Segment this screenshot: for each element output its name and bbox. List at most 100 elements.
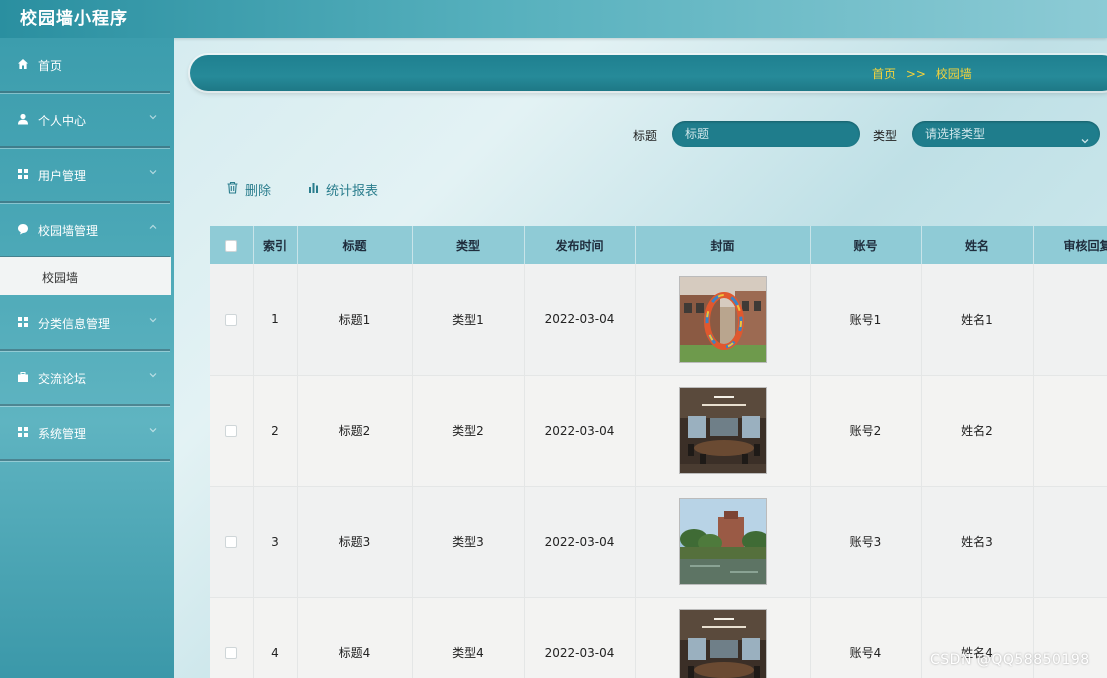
breadcrumb-home[interactable]: 首页 bbox=[872, 67, 896, 81]
breadcrumb-separator: >> bbox=[905, 67, 926, 81]
cell-name: 姓名2 bbox=[921, 375, 1034, 487]
row-select-cell bbox=[210, 486, 254, 598]
cell-type: 类型1 bbox=[412, 264, 525, 376]
row-checkbox[interactable] bbox=[225, 536, 238, 548]
sidebar-item-label: 交流论坛 bbox=[38, 372, 87, 386]
cell-review bbox=[1033, 264, 1107, 376]
sidebar-item-forum[interactable]: 交流论坛 bbox=[0, 351, 170, 406]
sidebar-item-label: 个人中心 bbox=[38, 114, 87, 128]
cell-account: 账号2 bbox=[810, 375, 922, 487]
type-select-placeholder: 请选择类型 bbox=[925, 127, 986, 141]
breadcrumb-current: 校园墙 bbox=[935, 67, 972, 81]
table-row: 2 标题2 类型2 2022-03-04 账号2 姓名2 bbox=[210, 375, 1107, 487]
watermark: CSDN @QQ58850198 bbox=[930, 652, 1090, 668]
sidebar-item-category[interactable]: 分类信息管理 bbox=[0, 296, 170, 351]
cell-type: 类型3 bbox=[412, 486, 525, 598]
cell-name: 姓名3 bbox=[921, 486, 1034, 598]
cover-image-campus-lake[interactable] bbox=[678, 498, 767, 585]
select-all-checkbox[interactable] bbox=[225, 239, 238, 252]
chevron-down-icon bbox=[148, 111, 158, 121]
bubble-icon bbox=[17, 223, 29, 235]
sidebar-item-label: 首页 bbox=[38, 59, 63, 73]
cell-type: 类型4 bbox=[412, 597, 525, 678]
sidebar-item-users[interactable]: 用户管理 bbox=[0, 148, 170, 203]
app-title: 校园墙小程序 bbox=[20, 9, 128, 29]
cell-cover bbox=[635, 597, 811, 678]
sidebar-item-system[interactable]: 系统管理 bbox=[0, 406, 170, 461]
cell-index: 3 bbox=[253, 486, 298, 598]
row-select-cell bbox=[210, 264, 254, 376]
column-header: 类型 bbox=[412, 226, 525, 264]
cell-index: 4 bbox=[253, 597, 298, 678]
cell-name: 姓名1 bbox=[921, 264, 1034, 376]
cell-account: 账号3 bbox=[810, 486, 922, 598]
row-select-cell bbox=[210, 375, 254, 487]
table-row: 3 标题3 类型3 2022-03-04 账号3 姓名3 bbox=[210, 486, 1107, 598]
chevron-up-icon bbox=[148, 221, 158, 231]
sidebar-item-profile[interactable]: 个人中心 bbox=[0, 93, 170, 148]
sidebar-item-label: 校园墙管理 bbox=[38, 224, 99, 238]
cell-cover bbox=[635, 264, 811, 376]
sidebar-subitem-campus-wall[interactable]: 校园墙 bbox=[0, 257, 171, 295]
data-table: 索引 标题 类型 发布时间 封面 账号 姓名 审核回复 1 标题1 类型1 20… bbox=[210, 226, 1107, 678]
cell-index: 1 bbox=[253, 264, 298, 376]
breadcrumb: 首页 >> 校园墙 bbox=[872, 65, 978, 82]
row-checkbox[interactable] bbox=[225, 313, 238, 326]
chevron-down-icon bbox=[148, 314, 158, 324]
cell-cover bbox=[635, 375, 811, 487]
cell-title: 标题1 bbox=[297, 264, 413, 376]
chevron-down-icon bbox=[148, 369, 158, 379]
column-header: 审核回复 bbox=[1033, 226, 1107, 264]
report-button[interactable]: 统计报表 bbox=[307, 180, 378, 199]
cell-cover bbox=[635, 486, 811, 598]
cell-account: 账号1 bbox=[810, 264, 922, 376]
row-select-cell bbox=[210, 597, 254, 678]
sidebar-item-campus-wall[interactable]: 校园墙管理 bbox=[0, 203, 170, 258]
row-checkbox[interactable] bbox=[225, 425, 238, 437]
column-header: 发布时间 bbox=[524, 226, 636, 264]
chevron-down-icon bbox=[148, 424, 158, 434]
column-header: 标题 bbox=[297, 226, 413, 264]
table-header-row: 索引 标题 类型 发布时间 封面 账号 姓名 审核回复 bbox=[210, 226, 1107, 264]
table-row: 1 标题1 类型1 2022-03-04 账号1 姓名1 bbox=[210, 264, 1107, 376]
cell-type: 类型2 bbox=[412, 375, 525, 487]
grid-icon bbox=[17, 168, 29, 180]
title-search-input[interactable]: 标题 bbox=[672, 121, 860, 147]
sidebar: 首页 个人中心 用户管理 校园墙管理 校园墙 分类信息管理 交流论坛 系统管理 bbox=[0, 38, 174, 678]
row-checkbox[interactable] bbox=[225, 647, 238, 659]
user-icon bbox=[17, 113, 29, 125]
title-search-label: 标题 bbox=[633, 129, 658, 143]
chevron-down-icon bbox=[148, 166, 158, 176]
cell-time: 2022-03-04 bbox=[524, 597, 636, 678]
cover-image-meeting-room[interactable] bbox=[678, 387, 767, 474]
cell-title: 标题2 bbox=[297, 375, 413, 487]
grid-icon bbox=[17, 316, 29, 328]
type-select-label: 类型 bbox=[873, 129, 898, 143]
cell-time: 2022-03-04 bbox=[524, 375, 636, 487]
report-label: 统计报表 bbox=[326, 184, 379, 199]
cell-time: 2022-03-04 bbox=[524, 264, 636, 376]
sidebar-subitem-label: 校园墙 bbox=[42, 271, 79, 285]
sidebar-item-label: 分类信息管理 bbox=[38, 317, 111, 331]
cell-review bbox=[1033, 375, 1107, 487]
top-bar: 校园墙小程序 bbox=[0, 0, 1107, 38]
breadcrumb-bar: 首页 >> 校园墙 bbox=[190, 55, 1107, 91]
type-select[interactable]: 请选择类型 bbox=[912, 121, 1100, 147]
trash-icon bbox=[226, 181, 239, 198]
column-header: 姓名 bbox=[921, 226, 1034, 264]
sidebar-item-label: 系统管理 bbox=[38, 427, 87, 441]
cell-index: 2 bbox=[253, 375, 298, 487]
sidebar-item-home[interactable]: 首页 bbox=[0, 38, 170, 93]
cell-title: 标题3 bbox=[297, 486, 413, 598]
delete-button[interactable]: 删除 bbox=[226, 180, 271, 199]
grid-icon bbox=[17, 426, 29, 438]
column-header: 索引 bbox=[253, 226, 298, 264]
cell-review bbox=[1033, 486, 1107, 598]
sidebar-item-label: 用户管理 bbox=[38, 169, 87, 183]
cover-image-sculpture[interactable] bbox=[678, 275, 767, 363]
cell-time: 2022-03-04 bbox=[524, 486, 636, 598]
column-header: 账号 bbox=[810, 226, 922, 264]
cover-image-meeting-room[interactable] bbox=[678, 609, 767, 678]
cell-title: 标题4 bbox=[297, 597, 413, 678]
bar-chart-icon bbox=[307, 181, 320, 198]
